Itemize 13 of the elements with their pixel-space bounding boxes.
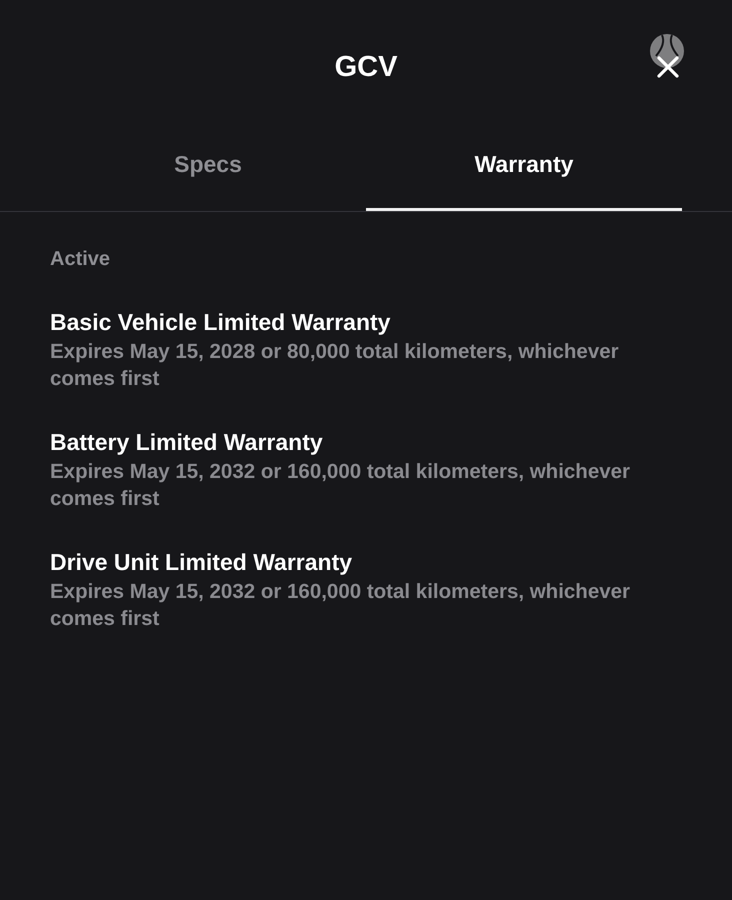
warranty-terms: Expires May 15, 2028 or 80,000 total kilometers, whichever comes first: [50, 339, 620, 392]
section-heading: Active: [50, 247, 112, 271]
window-title: GCV: [334, 50, 398, 84]
tab[interactable]: Warranty: [366, 134, 682, 211]
warranty-title: Battery Limited Warranty: [50, 428, 324, 456]
warranty-terms: Expires May 15, 2032 or 160,000 total kilometers, whichever comes first: [50, 579, 632, 632]
tab[interactable]: Specs: [50, 134, 366, 211]
round-emblem-icon: [650, 34, 684, 68]
warranty-title: Drive Unit Limited Warranty: [50, 548, 354, 576]
warranty-title: Basic Vehicle Limited Warranty: [50, 308, 392, 336]
close-icon: [657, 56, 679, 78]
warranty-terms: Expires May 15, 2032 or 160,000 total kilometers, whichever comes first: [50, 459, 632, 512]
close-button[interactable]: [657, 56, 679, 78]
